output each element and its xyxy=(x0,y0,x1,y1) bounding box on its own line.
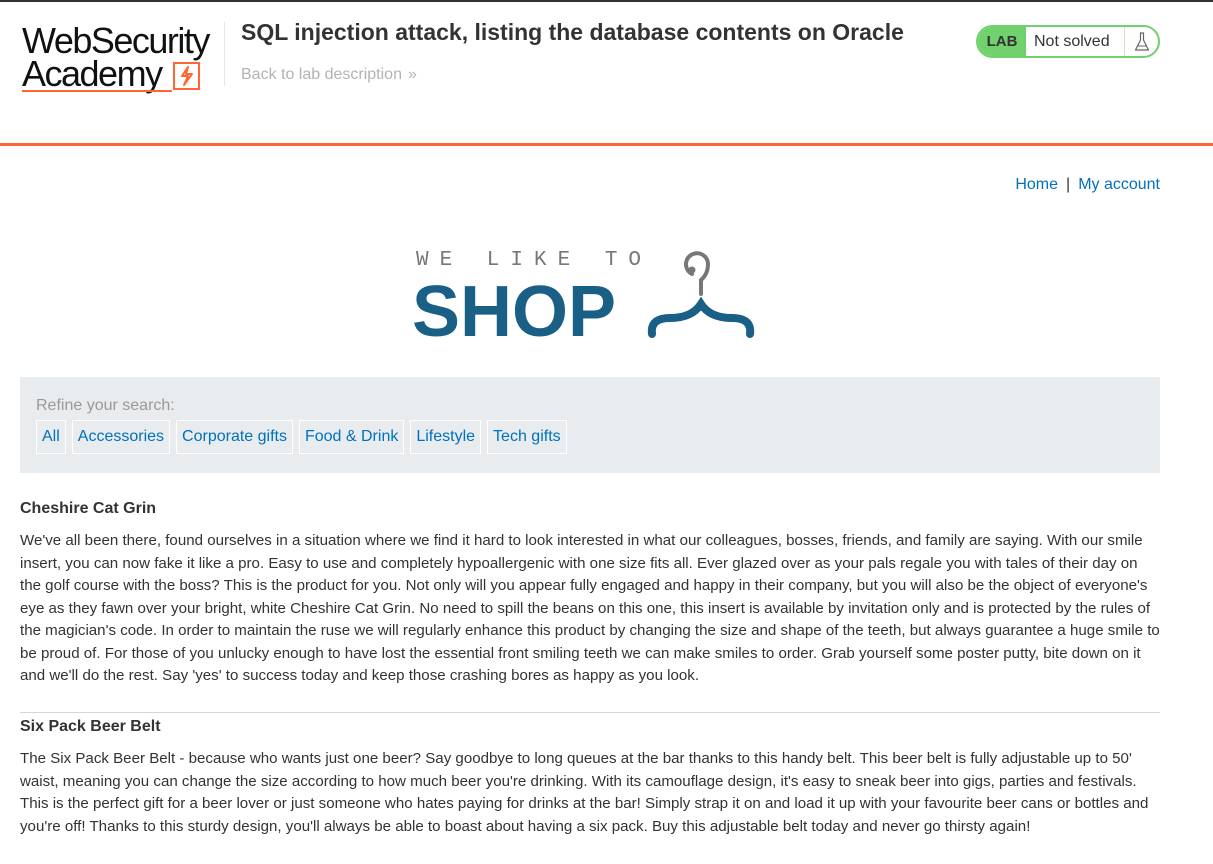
product-item: Six Pack Beer Belt The Six Pack Beer Bel… xyxy=(20,718,1160,838)
filter-corporate-gifts[interactable]: Corporate gifts xyxy=(176,420,293,454)
lab-title: SQL injection attack, listing the databa… xyxy=(241,19,904,45)
shop-logo: WE LIKE TO SHOP xyxy=(412,244,772,352)
lab-badge: LAB xyxy=(978,27,1026,56)
filter-category-list: All Accessories Corporate gifts Food & D… xyxy=(36,420,573,454)
logo-underline xyxy=(22,90,172,92)
product-description: The Six Pack Beer Belt - because who wan… xyxy=(20,750,1149,835)
filter-lifestyle[interactable]: Lifestyle xyxy=(410,420,482,454)
category-filter: Refine your search: All Accessories Corp… xyxy=(20,377,1160,473)
filter-accessories[interactable]: Accessories xyxy=(71,420,171,454)
flask-icon xyxy=(1124,27,1158,56)
lab-status-text: Not solved xyxy=(1034,32,1110,50)
nav-my-account-link[interactable]: My account xyxy=(1078,176,1160,193)
back-to-lab-description-link[interactable]: Back to lab description » xyxy=(241,66,417,84)
hanger-icon xyxy=(647,251,755,338)
product-divider xyxy=(20,712,1160,713)
double-chevron-right-icon: » xyxy=(407,66,417,83)
top-nav: Home | My account xyxy=(1015,176,1160,194)
product-name: Cheshire Cat Grin xyxy=(20,500,157,517)
academy-header: WebSecurity Academy SQL injection attack… xyxy=(0,2,1213,144)
product-item: Cheshire Cat Grin We've all been there, … xyxy=(20,500,1160,688)
lab-status-widget: LAB Not solved xyxy=(976,25,1160,58)
filter-tech-gifts[interactable]: Tech gifts xyxy=(487,420,567,454)
filter-label: Refine your search: xyxy=(36,397,175,414)
shop-tagline: WE LIKE TO xyxy=(416,249,652,272)
shop-word: SHOP xyxy=(412,272,616,344)
nav-home-link[interactable]: Home xyxy=(1015,176,1058,193)
back-link-label: Back to lab description xyxy=(241,66,402,83)
nav-separator: | xyxy=(1066,176,1071,193)
product-name: Six Pack Beer Belt xyxy=(20,718,161,735)
header-divider xyxy=(224,22,225,86)
filter-food-drink[interactable]: Food & Drink xyxy=(298,420,405,454)
header-accent-rule xyxy=(0,143,1213,146)
logo-bolt-icon xyxy=(173,62,200,90)
academy-logo[interactable]: WebSecurity Academy xyxy=(22,23,222,96)
filter-all[interactable]: All xyxy=(36,420,66,454)
product-description: We've all been there, found ourselves in… xyxy=(20,532,1160,684)
